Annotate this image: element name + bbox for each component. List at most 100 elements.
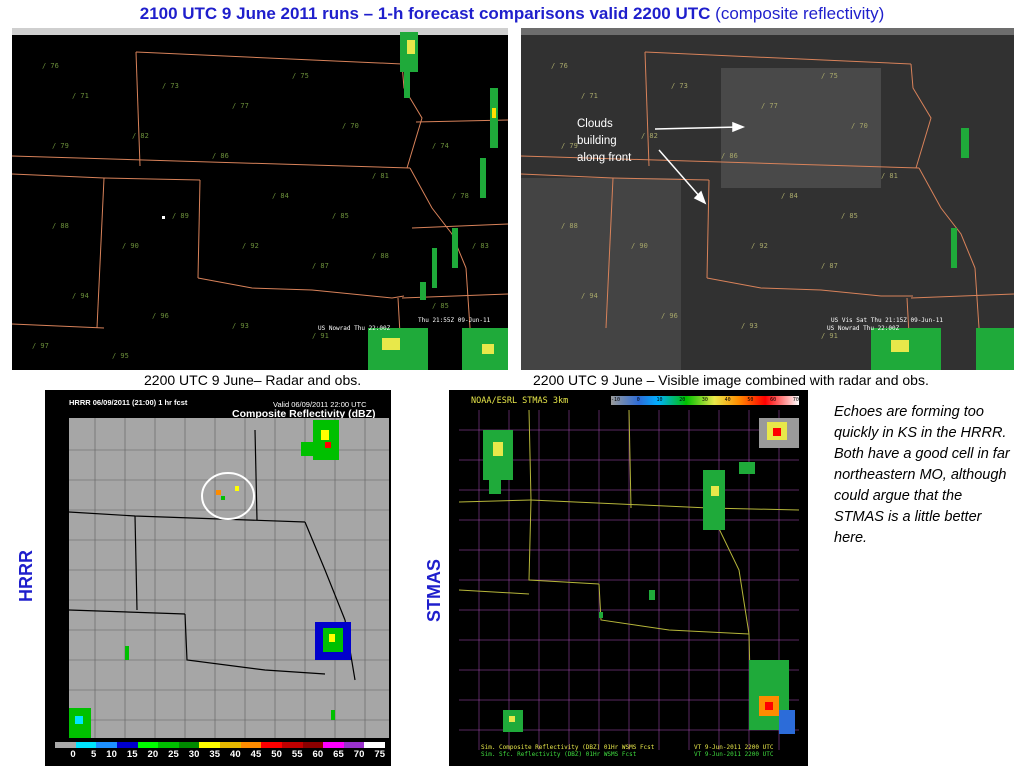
- svg-text:/ 79: / 79: [52, 142, 69, 150]
- scale-swatch-15: [364, 742, 385, 748]
- scale-label-1: 5: [90, 749, 97, 760]
- scale-label-6: 30: [188, 749, 200, 760]
- stmas-footer-left: Sim. Composite Reflectivity (DBZ) 01Hr W…: [481, 744, 654, 758]
- svg-text:/ 92: / 92: [242, 242, 259, 250]
- svg-text:/ 82: / 82: [641, 132, 658, 140]
- svg-text:/ 81: / 81: [372, 172, 389, 180]
- scale-label-11: 55: [291, 749, 303, 760]
- svg-text:/ 85: / 85: [332, 212, 349, 220]
- stmas-footer-left-1: Sim. Composite Reflectivity (DBZ) 01Hr W…: [481, 744, 655, 751]
- scale-swatch-12: [302, 742, 324, 748]
- svg-text:/ 87: / 87: [821, 262, 838, 270]
- scale-swatch-2: [96, 742, 117, 748]
- svg-text:/ 75: / 75: [821, 72, 838, 80]
- svg-text:/ 88: / 88: [52, 222, 69, 230]
- svg-text:/ 71: / 71: [581, 92, 598, 100]
- scale-swatch-5: [158, 742, 179, 748]
- svg-text:/ 97: / 97: [32, 342, 49, 350]
- svg-text:/ 88: / 88: [372, 252, 389, 260]
- hrrr-panel: HRRR 06/09/2011 (21:00) 1 hr fcst Valid …: [45, 390, 391, 766]
- svg-text:/ 94: / 94: [72, 292, 89, 300]
- scale-label-10: 50: [271, 749, 282, 760]
- title-sub: (composite reflectivity): [715, 4, 885, 23]
- hrrr-color-scale: [55, 742, 385, 748]
- scale-swatch-13: [323, 742, 344, 748]
- svg-text:/ 86: / 86: [721, 152, 738, 160]
- svg-text:/ 96: / 96: [152, 312, 169, 320]
- svg-text:/ 95: / 95: [112, 352, 129, 360]
- svg-text:/ 84: / 84: [272, 192, 289, 200]
- annotation-line-1: Clouds: [577, 118, 613, 130]
- scale-label-13: 65: [333, 749, 344, 760]
- svg-text:/ 73: / 73: [671, 82, 688, 90]
- annotation-line-2: building: [577, 135, 617, 147]
- scale-swatch-4: [137, 742, 159, 748]
- svg-text:/ 94: / 94: [581, 292, 598, 300]
- annotation-line-3: along front: [577, 152, 632, 164]
- svg-text:/ 79: / 79: [561, 142, 578, 150]
- visible-obs-map: / 76 / 71 / 73 / 77 / 75 / 70 / 79 / 82 / 86 / …: [521, 28, 1014, 370]
- visible-footer-right: US Vis Sat Thu 21:15Z 09-Jun-11: [831, 317, 943, 324]
- visible-footer-left: US Nowrad Thu 22:00Z: [827, 325, 900, 332]
- scale-swatch-0: [55, 742, 76, 748]
- scale-label-14: 70: [353, 749, 365, 760]
- radar-obs-map: / 76 / 71 / 73 / 77 / 75 / 70 / 79 / 82 / 86 / …: [12, 28, 508, 370]
- scale-label-0: 0: [70, 749, 76, 760]
- svg-text:/ 83: / 83: [472, 242, 489, 250]
- svg-text:/ 70: / 70: [851, 122, 868, 130]
- scale-label-15: 75: [374, 749, 385, 760]
- svg-text:/ 90: / 90: [631, 242, 648, 250]
- radar-obs-caption: 2200 UTC 9 June– Radar and obs.: [144, 372, 362, 388]
- scale-swatch-7: [199, 742, 220, 748]
- svg-text:/ 76: / 76: [551, 62, 568, 70]
- scale-label-12: 60: [312, 749, 324, 760]
- scale-label-8: 40: [230, 749, 241, 760]
- scale-label-9: 45: [250, 749, 262, 760]
- hrrr-label: HRRR: [16, 550, 36, 602]
- title-main: 2100 UTC 9 June 2011 runs – 1-h forecast…: [139, 4, 711, 23]
- svg-text:/ 77: / 77: [761, 102, 778, 110]
- scale-swatch-8: [220, 742, 241, 748]
- visible-obs-panel: / 76 / 71 / 73 / 77 / 75 / 70 / 79 / 82 / 86 / …: [521, 28, 1014, 370]
- stmas-footer-left-2: Sim. Sfc. Reflectivity (DBZ) 01Hr WSMS F…: [481, 751, 637, 758]
- svg-text:/ 92: / 92: [751, 242, 768, 250]
- slide-title: 2100 UTC 9 June 2011 runs – 1-h forecast…: [0, 4, 1024, 24]
- svg-text:/ 70: / 70: [342, 122, 359, 130]
- svg-text:/ 84: / 84: [781, 192, 798, 200]
- scale-swatch-9: [240, 742, 262, 748]
- scale-swatch-14: [343, 742, 365, 748]
- stmas-footer-right-1: VT 9-Jun-2011 2200 UTC: [694, 744, 774, 751]
- stmas-label: STMAS: [424, 559, 444, 622]
- svg-text:/ 74: / 74: [432, 142, 449, 150]
- radar-footer-right: Thu 21:55Z 09-Jun-11: [418, 317, 491, 324]
- stmas-footer-right: VT 9-Jun-2011 2200 UTC VT 9-Jun-2011 220…: [694, 744, 773, 758]
- svg-text:/ 96: / 96: [661, 312, 678, 320]
- svg-text:/ 76: / 76: [42, 62, 59, 70]
- scale-swatch-10: [261, 742, 282, 748]
- scale-swatch-11: [281, 742, 303, 748]
- svg-text:/ 89: / 89: [172, 212, 189, 220]
- scale-swatch-6: [178, 742, 200, 748]
- scale-label-5: 25: [168, 749, 179, 760]
- radar-footer-left: US Nowrad Thu 22:00Z: [318, 325, 391, 332]
- svg-text:/ 91: / 91: [312, 332, 329, 340]
- svg-text:/ 87: / 87: [312, 262, 329, 270]
- svg-text:/ 88: / 88: [561, 222, 578, 230]
- scale-swatch-1: [75, 742, 97, 748]
- analysis-note: Echoes are forming too quickly in KS in …: [834, 404, 1010, 546]
- svg-text:/ 91: / 91: [821, 332, 838, 340]
- visible-obs-caption: 2200 UTC 9 June – Visible image combined…: [533, 372, 929, 388]
- scale-label-3: 15: [126, 749, 138, 760]
- stmas-panel: NOAA/ESRL STMAS 3km -10 0 10 20 30 40 50…: [449, 390, 808, 766]
- svg-text:/ 75: / 75: [292, 72, 309, 80]
- stmas-map: [458, 409, 800, 750]
- hrrr-map: [68, 418, 389, 738]
- stmas-footer-right-2: VT 9-Jun-2011 2200 UTC: [694, 751, 774, 758]
- svg-text:/ 85: / 85: [841, 212, 858, 220]
- svg-text:/ 93: / 93: [232, 322, 249, 330]
- svg-text:/ 90: / 90: [122, 242, 139, 250]
- scale-label-2: 10: [106, 749, 117, 760]
- svg-text:/ 82: / 82: [132, 132, 149, 140]
- svg-text:/ 93: / 93: [741, 322, 758, 330]
- radar-obs-panel: / 76 / 71 / 73 / 77 / 75 / 70 / 79 / 82 / 86 / …: [12, 28, 508, 370]
